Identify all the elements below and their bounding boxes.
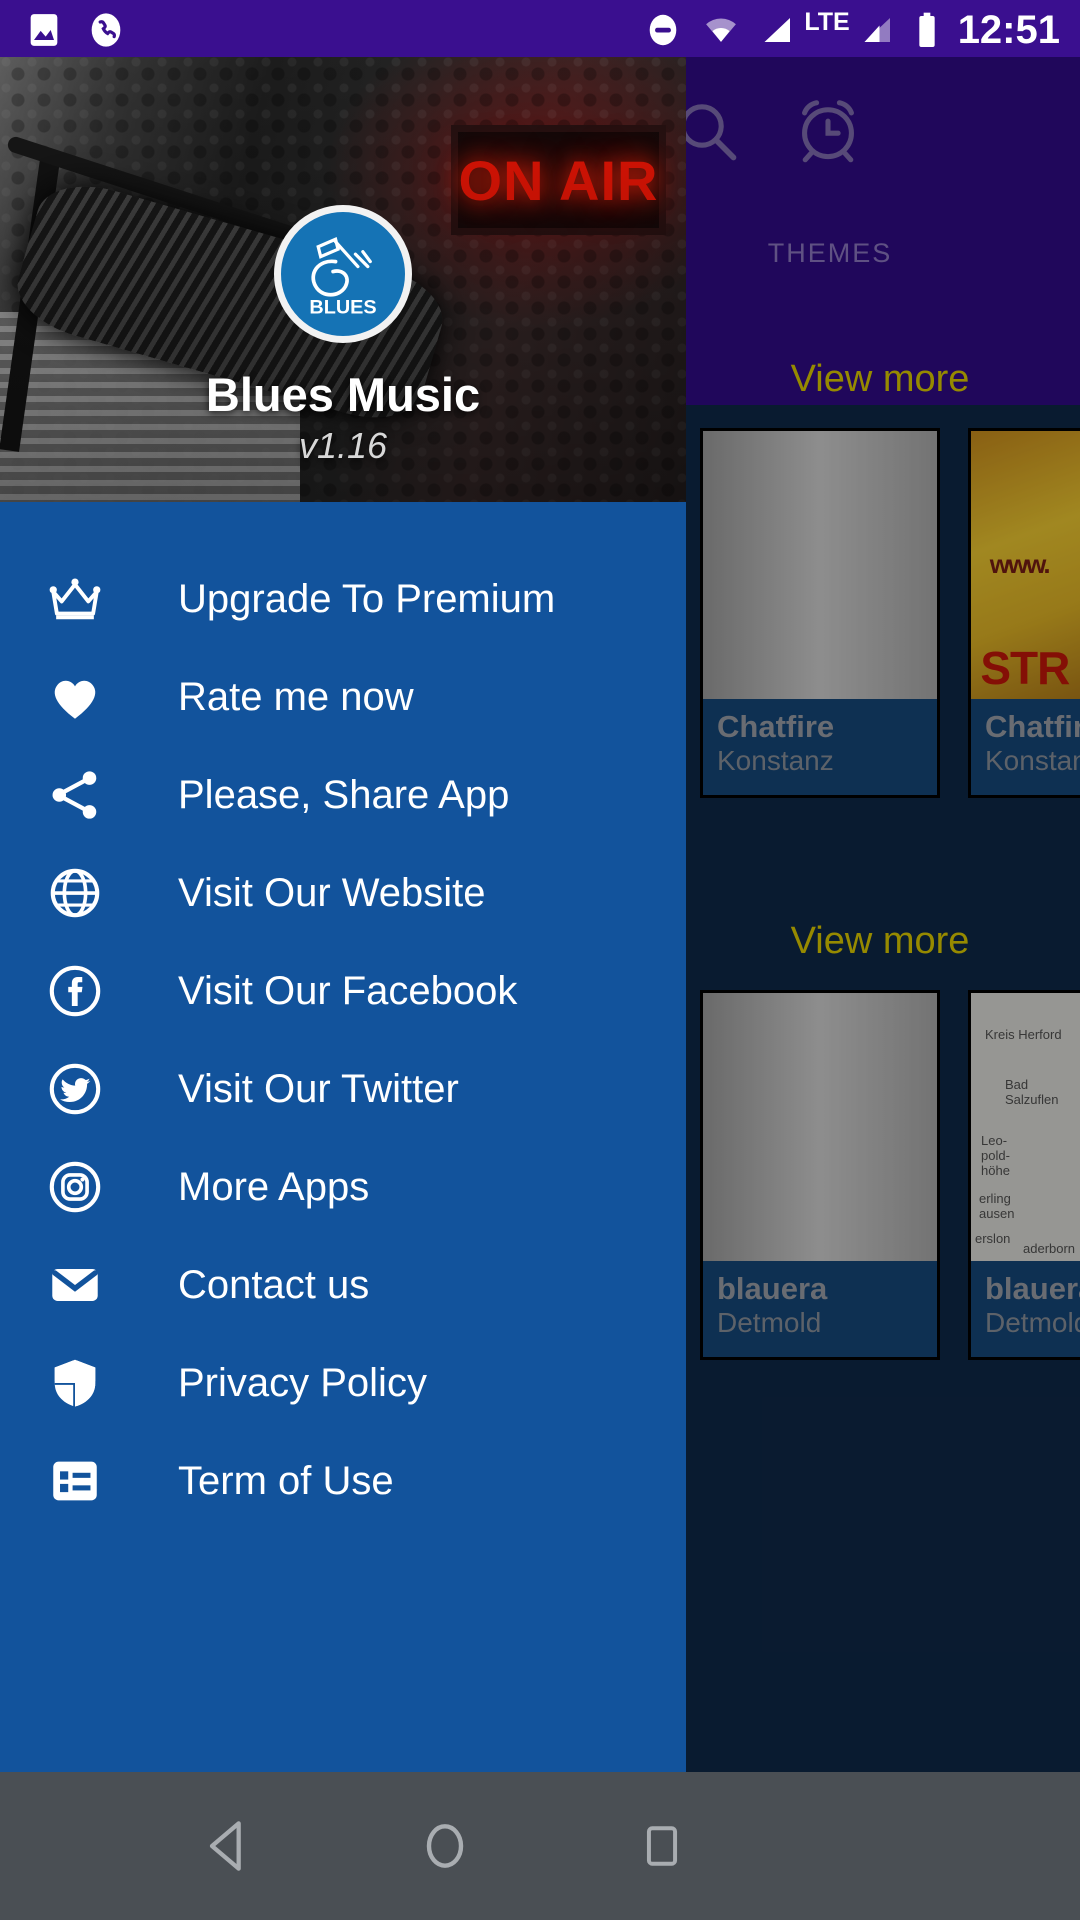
drawer-item-contact-us[interactable]: Contact us xyxy=(0,1236,686,1334)
shield-icon xyxy=(46,1354,146,1412)
drawer-item-label: Privacy Policy xyxy=(178,1360,427,1405)
drawer-item-visit-our-facebook[interactable]: Visit Our Facebook xyxy=(0,942,686,1040)
app-title: Blues Music xyxy=(205,368,481,421)
globe-icon xyxy=(46,864,146,922)
logo-text: BLUES xyxy=(309,297,376,319)
drawer-header: ON AIR BLUES Blues Music v1.16 xyxy=(0,57,686,502)
drawer-item-term-of-use[interactable]: Term of Use xyxy=(0,1432,686,1530)
home-button[interactable] xyxy=(414,1815,476,1877)
drawer-item-more-apps[interactable]: More Apps xyxy=(0,1138,686,1236)
drawer-item-rate-me-now[interactable]: Rate me now xyxy=(0,648,686,746)
drawer-item-label: Visit Our Twitter xyxy=(178,1066,459,1111)
drawer-item-visit-our-website[interactable]: Visit Our Website xyxy=(0,844,686,942)
status-bar-left-icons xyxy=(24,10,126,50)
battery-icon xyxy=(919,12,935,47)
drawer-item-label: More Apps xyxy=(178,1164,370,1209)
twitter-icon xyxy=(46,1060,146,1118)
drawer-item-label: Please, Share App xyxy=(178,772,510,817)
facebook-icon xyxy=(46,962,146,1020)
android-nav-bar xyxy=(0,1772,1080,1920)
drawer-item-share-app[interactable]: Please, Share App xyxy=(0,746,686,844)
drawer-item-label: Rate me now xyxy=(178,674,414,719)
signal-icon xyxy=(764,17,791,42)
drawer-item-label: Contact us xyxy=(178,1262,370,1307)
status-bar-right-icons: LTE 12:51 xyxy=(644,8,1060,51)
heart-icon xyxy=(46,668,146,726)
drawer-item-privacy-policy[interactable]: Privacy Policy xyxy=(0,1334,686,1432)
drawer-item-label: Visit Our Facebook xyxy=(178,968,518,1013)
phone-call-icon xyxy=(91,13,121,47)
signal2-icon xyxy=(864,17,890,42)
envelope-icon xyxy=(46,1256,146,1314)
status-bar: LTE 12:51 xyxy=(0,0,1080,57)
app-logo: BLUES xyxy=(274,205,412,343)
drawer-menu: Upgrade To Premium Rate me now Please, S… xyxy=(0,502,686,1530)
navigation-drawer: ON AIR BLUES Blues Music v1.16 xyxy=(0,57,686,1772)
back-button[interactable] xyxy=(196,1814,260,1878)
drawer-item-label: Upgrade To Premium xyxy=(178,576,556,621)
status-bar-clock: 12:51 xyxy=(957,7,1060,52)
share-icon xyxy=(46,766,146,824)
drawer-item-label: Visit Our Website xyxy=(178,870,486,915)
crown-icon xyxy=(46,570,146,628)
drawer-item-upgrade-to-premium[interactable]: Upgrade To Premium xyxy=(0,550,686,648)
phone-screen: THEMES View more Chatfire Konstanz www. … xyxy=(0,0,1080,1920)
image-icon xyxy=(30,14,58,46)
app-version: v1.16 xyxy=(298,425,388,466)
recents-button[interactable] xyxy=(634,1818,690,1874)
drawer-item-label: Term of Use xyxy=(178,1458,394,1503)
lte-label: LTE xyxy=(804,8,850,36)
wifi-icon xyxy=(706,18,737,42)
do-not-disturb-icon xyxy=(650,14,677,45)
list-document-icon xyxy=(46,1452,146,1510)
drawer-item-visit-our-twitter[interactable]: Visit Our Twitter xyxy=(0,1040,686,1138)
instagram-icon xyxy=(46,1158,146,1216)
